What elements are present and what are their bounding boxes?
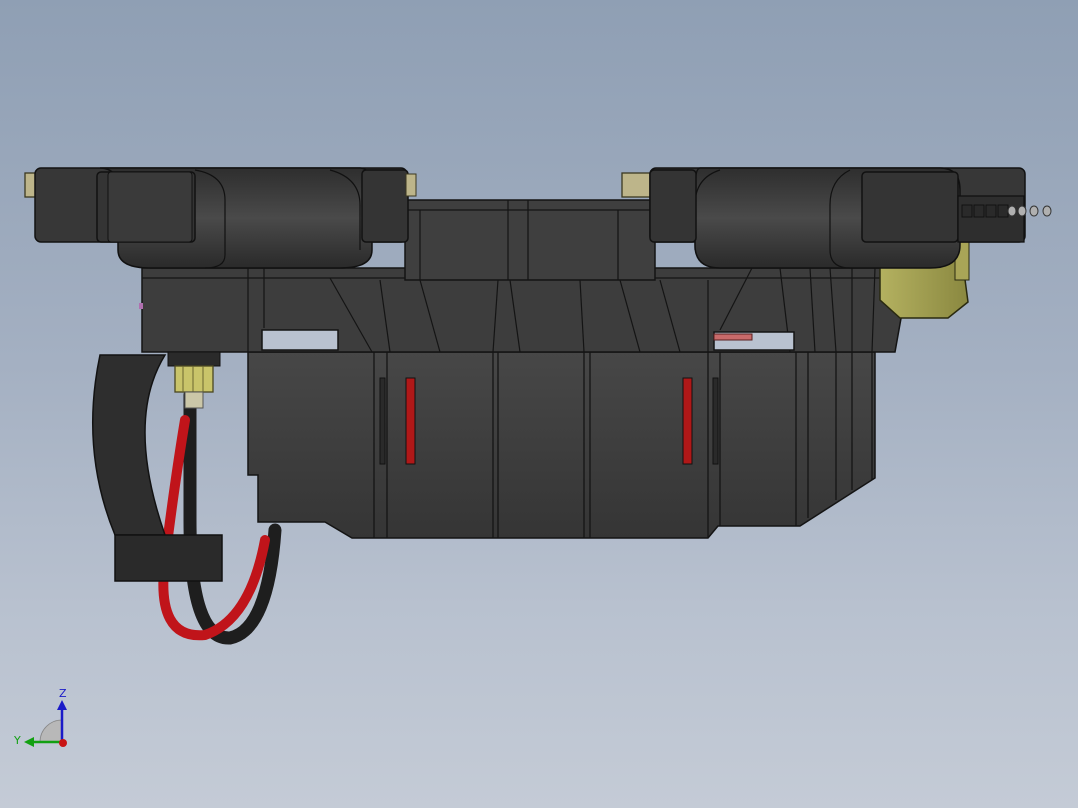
y-axis-label: Y xyxy=(13,734,21,747)
tan-cap-right-inner xyxy=(621,172,655,198)
brass-connector xyxy=(174,365,214,393)
triad-quarter-disc xyxy=(39,719,63,743)
screw-chain xyxy=(1007,205,1052,217)
slot-right-red xyxy=(682,377,693,465)
axis-triad: Z Y xyxy=(13,687,67,747)
pink-marker-left xyxy=(139,303,143,309)
y-arrowhead xyxy=(24,737,34,747)
right-coil-end xyxy=(957,195,1025,243)
z-axis-label: Z xyxy=(59,687,67,700)
tan-mini-left xyxy=(405,173,417,197)
right-coil-left-block xyxy=(649,169,697,243)
left-coil-clamp-inner xyxy=(107,171,193,243)
right-coil-clamp xyxy=(861,171,959,243)
connector-collar xyxy=(167,351,221,367)
slot-left-outer xyxy=(379,377,386,465)
cad-viewport[interactable]: Z Y xyxy=(0,0,1078,808)
z-arrowhead xyxy=(57,700,67,710)
lower-housing xyxy=(247,351,876,539)
bracket-foot xyxy=(114,534,223,582)
slot-right-outer xyxy=(712,377,719,465)
cad-model-view[interactable] xyxy=(0,0,1078,808)
slot-left-red xyxy=(405,377,416,465)
cable-sleeve xyxy=(184,391,204,409)
left-curved-bracket xyxy=(91,354,167,536)
pink-tab xyxy=(713,333,753,341)
x-axis-dot xyxy=(59,739,67,747)
left-coil-right-block xyxy=(361,169,409,243)
window-left xyxy=(261,329,339,351)
